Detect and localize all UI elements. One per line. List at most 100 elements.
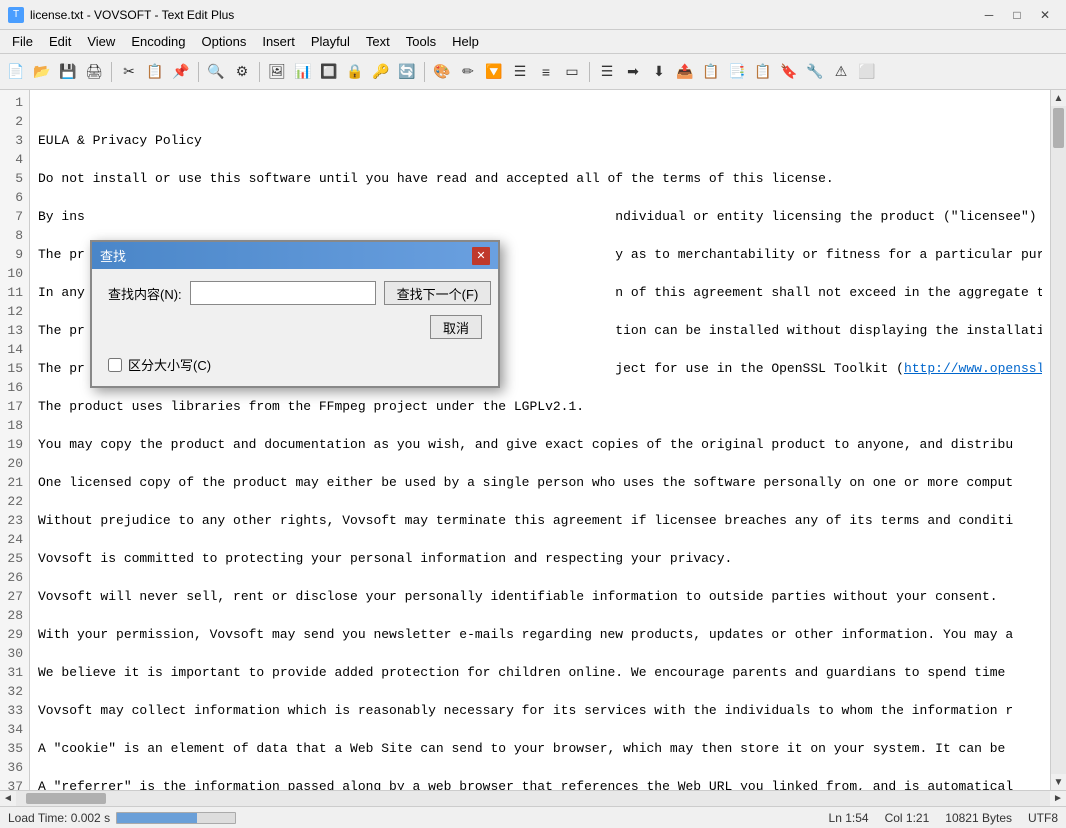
scroll-right-arrow[interactable]: ► <box>1050 791 1066 807</box>
toolbar-pen[interactable]: ✏ <box>456 60 480 84</box>
toolbar-clipboard3[interactable]: 📋 <box>751 60 775 84</box>
toolbar-rect[interactable]: ▭ <box>560 60 584 84</box>
line-number: 19 <box>6 436 23 455</box>
toolbar-print[interactable]: 🖨 <box>82 60 106 84</box>
toolbar-copy[interactable]: 📋 <box>143 60 167 84</box>
toolbar-bookmark[interactable]: 🔖 <box>777 60 801 84</box>
toolbar-square[interactable]: ⬜ <box>855 60 879 84</box>
line-number: 28 <box>6 607 23 626</box>
maximize-button[interactable]: □ <box>1004 5 1030 25</box>
scroll-up-arrow[interactable]: ▲ <box>1051 90 1066 106</box>
line-number: 22 <box>6 493 23 512</box>
toolbar-warn[interactable]: ⚠ <box>829 60 853 84</box>
scroll-track[interactable] <box>1051 106 1066 774</box>
toolbar-clipboard2[interactable]: 📑 <box>725 60 749 84</box>
text-line: A "cookie" is an element of data that a … <box>38 740 1042 759</box>
h-scroll-thumb[interactable] <box>26 793 106 804</box>
toolbar-settings[interactable]: 🔧 <box>803 60 827 84</box>
close-button[interactable]: ✕ <box>1032 5 1058 25</box>
menu-insert[interactable]: Insert <box>254 32 303 51</box>
menu-playful[interactable]: Playful <box>303 32 358 51</box>
text-line <box>38 759 1042 778</box>
scroll-thumb[interactable] <box>1053 108 1064 148</box>
menu-encoding[interactable]: Encoding <box>123 32 193 51</box>
line-numbers: 1234567891011121314151617181920212223242… <box>0 90 30 790</box>
h-scroll-track[interactable] <box>16 791 1050 806</box>
toolbar-find[interactable]: 🔍 <box>204 60 228 84</box>
toolbar-align[interactable]: ☰ <box>595 60 619 84</box>
line-number: 27 <box>6 588 23 607</box>
text-line: Do not install or use this software unti… <box>38 170 1042 189</box>
toolbar-save[interactable]: 💾 <box>56 60 80 84</box>
menu-view[interactable]: View <box>79 32 123 51</box>
line-number: 12 <box>6 303 23 322</box>
find-cancel-button[interactable]: 取消 <box>430 315 482 339</box>
app-icon: T <box>8 7 24 23</box>
main-area: 1234567891011121314151617181920212223242… <box>0 90 1066 790</box>
toolbar-export[interactable]: 📤 <box>673 60 697 84</box>
toolbar-lock1[interactable]: 🔒 <box>343 60 367 84</box>
line-number: 37 <box>6 778 23 790</box>
line-number: 32 <box>6 683 23 702</box>
line-number: 33 <box>6 702 23 721</box>
openssl-link[interactable]: http://www.openssl.org <box>904 361 1042 376</box>
line-number: 25 <box>6 550 23 569</box>
find-case-checkbox[interactable] <box>108 358 122 372</box>
toolbar-paste[interactable]: 📌 <box>169 60 193 84</box>
find-dialog-body: 查找内容(N): 查找下一个(F) 取消 区分大小写(C) <box>92 269 498 386</box>
text-line <box>38 683 1042 702</box>
menu-options[interactable]: Options <box>194 32 255 51</box>
text-line <box>38 645 1042 664</box>
find-next-button[interactable]: 查找下一个(F) <box>384 281 492 305</box>
menu-edit[interactable]: Edit <box>41 32 79 51</box>
find-dialog[interactable]: 查找 ✕ 查找内容(N): 查找下一个(F) 取消 区分大小写(C) <box>90 240 500 388</box>
text-content[interactable]: EULA & Privacy Policy Do not install or u… <box>30 90 1050 790</box>
line-number: 2 <box>6 113 23 132</box>
line-number: 4 <box>6 151 23 170</box>
load-time: Load Time: 0.002 s <box>8 811 110 825</box>
horizontal-scrollbar[interactable]: ◄ ► <box>0 790 1066 806</box>
find-close-button[interactable]: ✕ <box>472 247 490 265</box>
scroll-down-arrow[interactable]: ▼ <box>1051 774 1066 790</box>
toolbar-list1[interactable]: ☰ <box>508 60 532 84</box>
text-line: With your permission, Vovsoft may send y… <box>38 626 1042 645</box>
menu-text[interactable]: Text <box>358 32 398 51</box>
toolbar-sep-3 <box>259 62 260 82</box>
toolbar-right[interactable]: ➡ <box>621 60 645 84</box>
toolbar-refresh[interactable]: 🔄 <box>395 60 419 84</box>
text-lines-content: EULA & Privacy Policy Do not install or u… <box>38 132 1042 790</box>
status-progress-bar <box>116 812 236 824</box>
line-number: 6 <box>6 189 23 208</box>
toolbar-box[interactable]: 🔲 <box>317 60 341 84</box>
toolbar-lock2[interactable]: 🔑 <box>369 60 393 84</box>
toolbar-sep-2 <box>198 62 199 82</box>
toolbar-down2[interactable]: ⬇ <box>647 60 671 84</box>
toolbar-clipboard1[interactable]: 📋 <box>699 60 723 84</box>
text-line: Without prejudice to any other rights, V… <box>38 512 1042 531</box>
menu-file[interactable]: File <box>4 32 41 51</box>
toolbar-cut[interactable]: ✂ <box>117 60 141 84</box>
text-line: One licensed copy of the product may eit… <box>38 474 1042 493</box>
menu-help[interactable]: Help <box>444 32 487 51</box>
toolbar-chart[interactable]: 📊 <box>291 60 315 84</box>
find-input[interactable] <box>190 281 376 305</box>
toolbar-list2[interactable]: ≡ <box>534 60 558 84</box>
line-number: 30 <box>6 645 23 664</box>
toolbar-new[interactable]: 📄 <box>4 60 28 84</box>
minimize-button[interactable]: ─ <box>976 5 1002 25</box>
toolbar-replace[interactable]: ⚙ <box>230 60 254 84</box>
line-number: 36 <box>6 759 23 778</box>
line-number: 16 <box>6 379 23 398</box>
vertical-scrollbar[interactable]: ▲ ▼ <box>1050 90 1066 790</box>
toolbar-down1[interactable]: 🔽 <box>482 60 506 84</box>
scroll-left-arrow[interactable]: ◄ <box>0 791 16 807</box>
toolbar-color[interactable]: 🎨 <box>430 60 454 84</box>
toolbar-img[interactable]: 🖼 <box>265 60 289 84</box>
line-number: 11 <box>6 284 23 303</box>
title-bar-left: T license.txt - VOVSOFT - Text Edit Plus <box>8 7 234 23</box>
text-line: EULA & Privacy Policy <box>38 132 1042 151</box>
line-number: 20 <box>6 455 23 474</box>
toolbar-open[interactable]: 📂 <box>30 60 54 84</box>
line-number: 7 <box>6 208 23 227</box>
menu-tools[interactable]: Tools <box>398 32 444 51</box>
